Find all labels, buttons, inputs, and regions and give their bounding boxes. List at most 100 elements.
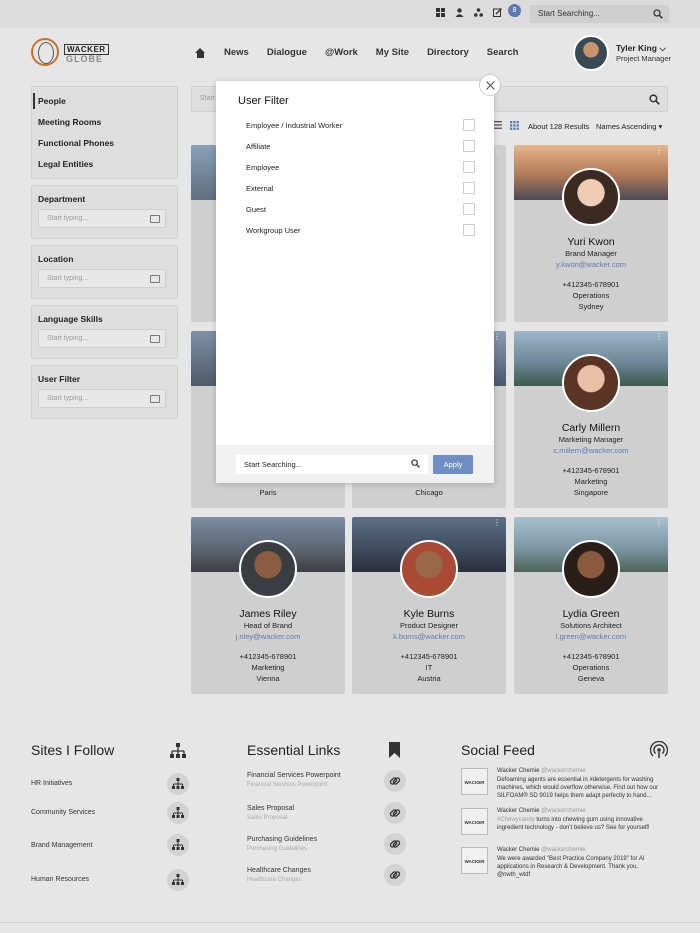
notification-badge[interactable]: 8 bbox=[508, 4, 521, 17]
feed-item-author[interactable]: Wacker Chemie @wackerchemie bbox=[497, 768, 586, 774]
hierarchy-icon[interactable] bbox=[474, 8, 483, 17]
copy-icon bbox=[150, 275, 160, 283]
sitemap-icon[interactable] bbox=[167, 834, 189, 856]
user-name[interactable]: Tyler King ⌵ bbox=[616, 43, 666, 54]
card-banner bbox=[191, 145, 216, 200]
option-affiliate[interactable]: Affiliate bbox=[246, 142, 270, 151]
site-item-human-resources[interactable]: Human Resources bbox=[31, 876, 89, 883]
modal-search-input[interactable]: Start Searching... bbox=[236, 455, 428, 474]
nav-news[interactable]: News bbox=[224, 47, 249, 58]
windows-icon[interactable] bbox=[436, 8, 445, 17]
person-avatar bbox=[562, 540, 620, 598]
option-workgroup-user[interactable]: Workgroup User bbox=[246, 226, 300, 235]
department-input[interactable]: Start typing... bbox=[38, 209, 166, 228]
more-options-icon[interactable]: ⋮ bbox=[655, 147, 663, 155]
user-filter-modal: User Filter Employee / Industrial Worker… bbox=[216, 81, 494, 483]
person-card[interactable]: ⋮ Carly Millern Marketing Manager c.mill… bbox=[514, 331, 668, 508]
email-link[interactable]: j.riley@wacker.com bbox=[191, 632, 345, 641]
email-link[interactable]: c.millern@wacker.com bbox=[514, 446, 668, 455]
feed-item-author[interactable]: Wacker Chemie @wackerchemie bbox=[497, 808, 586, 814]
sidebar-main-links: People Meeting Rooms Functional Phones L… bbox=[31, 86, 178, 179]
sitemap-icon[interactable] bbox=[167, 869, 189, 891]
site-item-brand-management[interactable]: Brand Management bbox=[31, 842, 92, 849]
checkbox-guest[interactable] bbox=[463, 203, 475, 215]
search-icon[interactable] bbox=[653, 9, 663, 19]
link-item-title[interactable]: Purchasing Guidelines bbox=[247, 836, 317, 843]
grid-view-icon[interactable] bbox=[510, 121, 519, 130]
email-link[interactable]: k.burns@wacker.com bbox=[352, 632, 506, 641]
nav-my-site[interactable]: My Site bbox=[376, 47, 409, 58]
person-card[interactable]: ⋮ Lydia Green Solutions Architect l.gree… bbox=[514, 517, 668, 694]
sites-section-title: Sites I Follow bbox=[31, 742, 115, 758]
link-icon[interactable] bbox=[384, 864, 406, 886]
language-skills-input[interactable]: Start typing... bbox=[38, 329, 166, 348]
bookmark-icon bbox=[389, 742, 400, 758]
nav-dialogue[interactable]: Dialogue bbox=[267, 47, 307, 58]
user-filter-input[interactable]: Start typing... bbox=[38, 389, 166, 408]
nav-directory[interactable]: Directory bbox=[427, 47, 469, 58]
person-card-partial[interactable] bbox=[191, 145, 216, 322]
link-icon[interactable] bbox=[384, 833, 406, 855]
link-icon[interactable] bbox=[384, 770, 406, 792]
link-icon[interactable] bbox=[384, 802, 406, 824]
link-item-title[interactable]: Sales Proposal bbox=[247, 805, 294, 812]
person-card[interactable]: ⋮ Yuri Kwon Brand Manager y.kwon@wacker.… bbox=[514, 145, 668, 322]
checkbox-employee[interactable] bbox=[463, 161, 475, 173]
close-icon[interactable] bbox=[479, 74, 501, 96]
nav-search[interactable]: Search bbox=[487, 47, 519, 58]
edit-icon[interactable] bbox=[493, 8, 502, 17]
nav-work[interactable]: @Work bbox=[325, 47, 358, 58]
site-item-hr-initiatives[interactable]: HR Initiatives bbox=[31, 780, 72, 787]
sitemap-icon[interactable] bbox=[167, 802, 189, 824]
apply-button[interactable]: Apply bbox=[433, 455, 473, 474]
sidebar-item-legal-entities[interactable]: Legal Entities bbox=[38, 159, 93, 169]
link-item-subtitle: Healthcare Changes bbox=[247, 877, 302, 883]
link-item-title[interactable]: Healthcare Changes bbox=[247, 867, 311, 874]
footer-divider bbox=[0, 922, 700, 923]
more-options-icon[interactable]: ⋮ bbox=[655, 519, 663, 527]
hashtag-link[interactable]: #Chewycandy bbox=[497, 817, 535, 823]
search-icon[interactable] bbox=[411, 459, 420, 468]
option-employee-industrial-worker[interactable]: Employee / Industrial Worker bbox=[246, 121, 342, 130]
modal-footer: Start Searching... Apply bbox=[216, 445, 494, 483]
copy-icon bbox=[150, 395, 160, 403]
option-employee[interactable]: Employee bbox=[246, 163, 279, 172]
list-view-icon[interactable] bbox=[493, 121, 502, 129]
more-options-icon[interactable]: ⋮ bbox=[494, 147, 501, 155]
checkbox-workgroup-user[interactable] bbox=[463, 224, 475, 236]
link-item-title[interactable]: Financial Services Powerpoint bbox=[247, 772, 341, 779]
checkbox-affiliate[interactable] bbox=[463, 140, 475, 152]
sidebar-item-functional-phones[interactable]: Functional Phones bbox=[38, 138, 114, 148]
user-icon[interactable] bbox=[455, 8, 464, 17]
globe-logo-icon bbox=[31, 38, 59, 66]
person-card-partial[interactable]: ⋮ bbox=[494, 145, 506, 322]
sidebar-item-meeting-rooms[interactable]: Meeting Rooms bbox=[38, 117, 101, 127]
checkbox-external[interactable] bbox=[463, 182, 475, 194]
home-icon[interactable] bbox=[195, 47, 206, 58]
email-link[interactable]: y.kwon@wacker.com bbox=[514, 260, 668, 269]
filter-language-skills: Language Skills Start typing... bbox=[31, 305, 178, 359]
option-external[interactable]: External bbox=[246, 184, 274, 193]
location-input[interactable]: Start typing... bbox=[38, 269, 166, 288]
chevron-down-icon[interactable]: ⌵ bbox=[659, 43, 665, 53]
user-avatar[interactable] bbox=[573, 35, 609, 71]
sort-dropdown[interactable]: Names Ascending ▾ bbox=[596, 122, 662, 131]
person-card[interactable]: ⋮ Kyle Burns Product Designer k.burns@wa… bbox=[352, 517, 506, 694]
more-options-icon[interactable]: ⋮ bbox=[493, 519, 501, 527]
top-search-input[interactable]: Start Searching... bbox=[530, 5, 669, 23]
search-icon[interactable] bbox=[649, 94, 660, 105]
wacker-logo: WACKER bbox=[461, 808, 488, 835]
active-indicator bbox=[33, 93, 35, 109]
sidebar-item-people[interactable]: People bbox=[38, 96, 66, 106]
more-options-icon[interactable]: ⋮ bbox=[493, 333, 501, 341]
feed-item-author[interactable]: Wacker Chemie @wackerchemie bbox=[497, 847, 586, 853]
sitemap-icon[interactable] bbox=[167, 773, 189, 795]
checkbox-employee-industrial-worker[interactable] bbox=[463, 119, 475, 131]
site-item-community-services[interactable]: Community Services bbox=[31, 809, 95, 816]
more-options-icon[interactable]: ⋮ bbox=[655, 333, 663, 341]
links-section-title: Essential Links bbox=[247, 742, 341, 758]
feed-item-text: Defoaming agents are essential in #deter… bbox=[497, 777, 659, 799]
option-guest[interactable]: Guest bbox=[246, 205, 266, 214]
email-link[interactable]: l.green@wacker.com bbox=[514, 632, 668, 641]
person-card[interactable]: James Riley Head of Brand j.riley@wacker… bbox=[191, 517, 345, 694]
